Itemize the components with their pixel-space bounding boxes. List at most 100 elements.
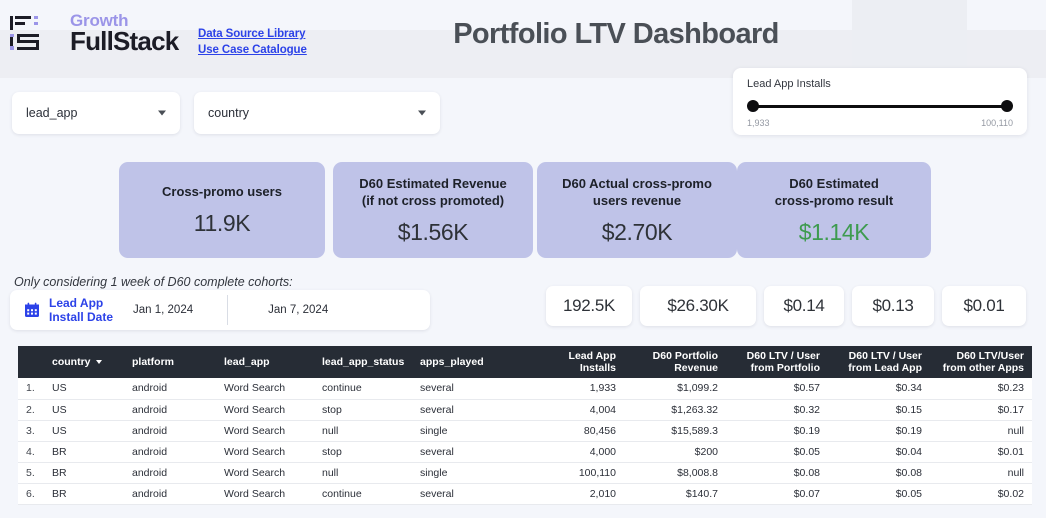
- table-header-lead-app-status[interactable]: lead_app_status: [314, 346, 412, 378]
- table-cell-apps_played: single: [412, 462, 522, 484]
- table-cell-d60_portfolio_revenue: $15,589.3: [624, 420, 726, 442]
- table-cell-apps_played: several: [412, 483, 522, 505]
- lead-app-installs-slider-card: Lead App Installs 1,933 100,110: [733, 68, 1027, 135]
- table-cell-platform: android: [124, 462, 216, 484]
- kpi-label: D60 Estimated cross-promo result: [775, 175, 893, 209]
- table-row[interactable]: 5. BR android Word Search null single 100,110 $…: [18, 462, 1032, 484]
- table-header-lead-app-installs[interactable]: Lead App Installs: [522, 346, 624, 378]
- kpi-label: D60 Actual cross-promo users revenue: [562, 175, 712, 209]
- table-header-apps-played[interactable]: apps_played: [412, 346, 522, 378]
- date-range-filter[interactable]: Lead App Install Date Jan 1, 2024 Jan 7,…: [10, 290, 430, 330]
- table-cell-lead_app: Word Search: [216, 483, 314, 505]
- kpi-label-line2: users revenue: [592, 192, 682, 208]
- kpi-label-line2: (if not cross promoted): [361, 192, 505, 208]
- table-cell-platform: android: [124, 441, 216, 463]
- table-cell-d60_portfolio_revenue: $140.7: [624, 483, 726, 505]
- table-cell-lead_app: Word Search: [216, 462, 314, 484]
- table-cell-d60_ltv_user_lead_app: $0.34: [828, 378, 930, 400]
- table-cell-idx: 6.: [18, 483, 44, 505]
- table-cell-idx: 5.: [18, 462, 44, 484]
- header-line1: D60 LTV/User: [956, 350, 1025, 362]
- table-cell-d60_portfolio_revenue: $8,008.8: [624, 462, 726, 484]
- metric-pill-lead-app-installs: 192.5K: [546, 286, 632, 326]
- range-slider[interactable]: [747, 99, 1013, 115]
- cohort-note: Only considering 1 week of D60 complete …: [14, 275, 293, 289]
- header-line1: D60 LTV / User: [746, 350, 820, 362]
- table-cell-lead_app_installs: 4,004: [522, 399, 624, 421]
- table-cell-lead_app: Word Search: [216, 420, 314, 442]
- table-cell-lead_app: Word Search: [216, 378, 314, 400]
- date-range-end[interactable]: Jan 7, 2024: [268, 304, 328, 316]
- table-header-country[interactable]: country: [44, 346, 124, 378]
- table-cell-d60_ltv_user_other_apps: null: [930, 420, 1032, 442]
- table-cell-apps_played: several: [412, 441, 522, 463]
- table-cell-d60_ltv_user_portfolio: $0.05: [726, 441, 828, 463]
- table-cell-d60_ltv_user_portfolio: $0.19: [726, 420, 828, 442]
- table-header-country-label: country: [52, 356, 91, 368]
- table-cell-platform: android: [124, 420, 216, 442]
- table-cell-idx: 2.: [18, 399, 44, 421]
- table-row[interactable]: 2. US android Word Search stop several 4,004 $1…: [18, 399, 1032, 421]
- table-cell-d60_portfolio_revenue: $1,099.2: [624, 378, 726, 400]
- table-header-row: country platform lead_app lead_app_statu…: [18, 346, 1032, 378]
- dashboard-page: Growth FullStack Data Source Library Use…: [0, 0, 1046, 518]
- table-cell-d60_ltv_user_other_apps: $0.17: [930, 399, 1032, 421]
- header-line2: Revenue: [674, 362, 718, 374]
- kpi-card-d60-actual-cross-promo-revenue: D60 Actual cross-promo users revenue $2.…: [537, 162, 737, 258]
- table-row[interactable]: 1. US android Word Search continue several 1,9…: [18, 378, 1032, 400]
- metric-pill-d60-ltv-other-apps: $0.01: [942, 286, 1026, 326]
- kpi-value: $1.56K: [397, 218, 469, 245]
- table-row[interactable]: 3. US android Word Search null single 80,456 $1…: [18, 420, 1032, 442]
- header-line2: from other Apps: [942, 362, 1024, 374]
- header-line1: Lead App: [568, 350, 616, 362]
- table-header-d60-ltv-user-portfolio[interactable]: D60 LTV / User from Portfolio: [726, 346, 828, 378]
- slider-track: [751, 105, 1009, 108]
- table-cell-country: BR: [44, 441, 124, 463]
- table-row[interactable]: 6. BR android Word Search continue several 2,0…: [18, 483, 1032, 505]
- table-cell-d60_ltv_user_lead_app: $0.05: [828, 483, 930, 505]
- kpi-label: D60 Estimated Revenue (if not cross prom…: [359, 175, 506, 209]
- slider-handle-max[interactable]: [1001, 100, 1013, 112]
- table-header-platform[interactable]: platform: [124, 346, 216, 378]
- table-header-lead-app[interactable]: lead_app: [216, 346, 314, 378]
- table-cell-idx: 4.: [18, 441, 44, 463]
- chevron-down-icon: [418, 110, 426, 116]
- metric-pill-d60-ltv-lead-app: $0.13: [852, 286, 934, 326]
- metric-pill-d60-portfolio-revenue: $26.30K: [640, 286, 756, 326]
- table-header-d60-ltv-user-lead-app[interactable]: D60 LTV / User from Lead App: [828, 346, 930, 378]
- table-cell-platform: android: [124, 378, 216, 400]
- filter-select-country-value: country: [208, 106, 249, 120]
- filter-select-lead-app-value: lead_app: [26, 106, 78, 120]
- header-line2: Installs: [579, 362, 616, 374]
- header: Growth FullStack Data Source Library Use…: [0, 0, 1046, 78]
- table-cell-lead_app_status: null: [314, 420, 412, 442]
- kpi-card-cross-promo-users: Cross-promo users 11.9K: [119, 162, 325, 258]
- data-table: country platform lead_app lead_app_statu…: [18, 346, 1032, 505]
- page-title: Portfolio LTV Dashboard: [453, 18, 779, 50]
- header-line2: from Lead App: [848, 362, 922, 374]
- table-cell-d60_ltv_user_other_apps: $0.02: [930, 483, 1032, 505]
- sort-descending-icon: [95, 360, 102, 365]
- table-header-d60-portfolio-revenue[interactable]: D60 Portfolio Revenue: [624, 346, 726, 378]
- kpi-card-d60-estimated-cross-promo-result: D60 Estimated cross-promo result $1.14K: [737, 162, 931, 258]
- kpi-value: $2.70K: [601, 218, 673, 245]
- data-table-container: country platform lead_app lead_app_statu…: [18, 346, 1032, 505]
- filter-select-lead-app[interactable]: lead_app: [12, 92, 180, 134]
- table-cell-d60_ltv_user_lead_app: $0.19: [828, 420, 930, 442]
- table-cell-country: US: [44, 378, 124, 400]
- date-range-start[interactable]: Jan 1, 2024: [133, 304, 193, 316]
- table-cell-lead_app_status: continue: [314, 483, 412, 505]
- kpi-label-line1: D60 Estimated: [789, 175, 879, 191]
- filter-select-country[interactable]: country: [194, 92, 440, 134]
- kpi-label-line1: D60 Estimated Revenue: [359, 175, 507, 191]
- table-cell-lead_app_installs: 80,456: [522, 420, 624, 442]
- table-cell-d60_ltv_user_portfolio: $0.08: [726, 462, 828, 484]
- metric-pill-d60-ltv-portfolio: $0.14: [764, 286, 844, 326]
- table-header-d60-ltv-user-other-apps[interactable]: D60 LTV/User from other Apps: [930, 346, 1032, 378]
- table-row[interactable]: 4. BR android Word Search stop several 4,000 $2…: [18, 441, 1032, 463]
- table-header: country platform lead_app lead_app_statu…: [18, 346, 1032, 378]
- table-cell-lead_app: Word Search: [216, 399, 314, 421]
- table-cell-lead_app_installs: 100,110: [522, 462, 624, 484]
- table-body: 1. US android Word Search continue several 1,9…: [18, 378, 1032, 505]
- slider-handle-min[interactable]: [747, 100, 759, 112]
